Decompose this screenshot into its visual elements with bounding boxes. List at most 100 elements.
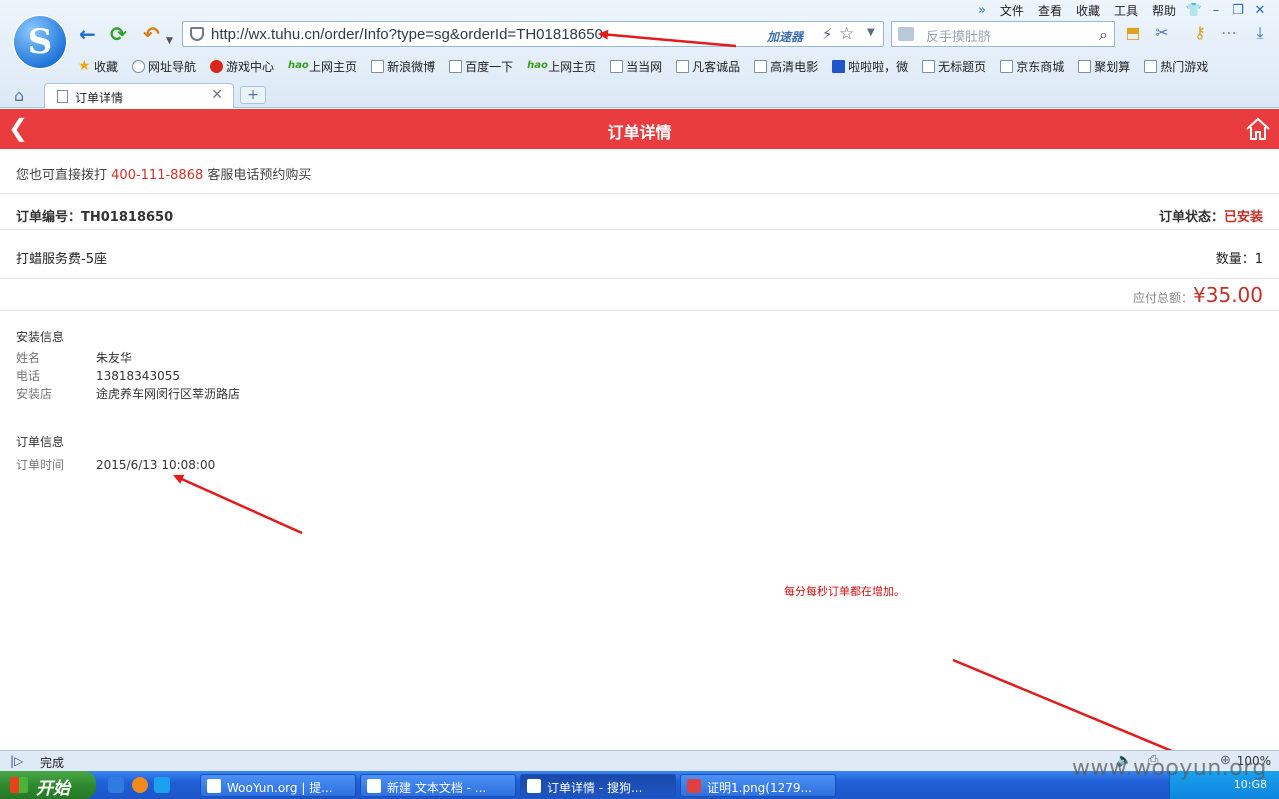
home-icon[interactable]: ⌂ xyxy=(14,86,24,105)
back-arrow-icon[interactable]: ← xyxy=(79,23,96,45)
bookmark-movies[interactable]: 高清电影 xyxy=(754,58,818,75)
order-status: 订单状态：已安装 xyxy=(1159,206,1263,225)
more-dots-icon[interactable]: ⋯ xyxy=(1219,23,1239,43)
order-info-heading: 订单信息 xyxy=(16,435,65,449)
tab-close-icon[interactable]: ✕ xyxy=(211,87,223,103)
bookmark-vancl[interactable]: 凡客诚品 xyxy=(676,58,740,75)
bookmark-label: 聚划算 xyxy=(1094,59,1131,74)
page-icon xyxy=(1000,59,1014,73)
bookmark-dangdang[interactable]: 当当网 xyxy=(610,58,662,75)
notice-prefix: 您也可直接拨打 xyxy=(16,168,108,183)
bookmark-hot-games[interactable]: 热门游戏 xyxy=(1144,58,1208,75)
menu-file[interactable]: 文件 xyxy=(993,2,1031,19)
page-icon xyxy=(754,59,768,73)
bookmark-baidu[interactable]: 百度一下 xyxy=(449,58,513,75)
install-phone-row: 电话 13818343055 xyxy=(16,367,180,384)
notice-suffix: 客服电话预约购买 xyxy=(207,168,312,183)
total-price: ¥35.00 xyxy=(1193,283,1263,307)
sogou-small-icon xyxy=(527,779,541,793)
menu-bar: » 文件 查看 收藏 工具 帮助 👕 – ❐ ✕ xyxy=(971,2,1271,18)
key-icon[interactable]: ⚷ xyxy=(1190,23,1210,43)
bookmark-jd[interactable]: 京东商城 xyxy=(1000,58,1064,75)
quicklaunch-ie-icon[interactable] xyxy=(108,777,124,793)
bookmark-hao-home-2[interactable]: hao 上网主页 xyxy=(527,58,596,75)
task-wooyun[interactable]: WooYun.org | 提... xyxy=(200,774,356,797)
search-engine-icon[interactable] xyxy=(898,27,914,41)
sogou-logo-icon[interactable]: S xyxy=(12,14,68,70)
bookmark-untitled[interactable]: 无标题页 xyxy=(922,58,986,75)
restore-icon[interactable]: ❐ xyxy=(1227,3,1249,18)
order-number-value: TH01818650 xyxy=(81,210,174,225)
order-number: 订单编号：TH01818650 xyxy=(16,206,173,225)
bookmark-hao-home[interactable]: hao 上网主页 xyxy=(288,58,357,75)
bookmark-label: 高清电影 xyxy=(770,59,819,74)
sogou-small-icon xyxy=(207,779,221,793)
start-button[interactable]: 开始 xyxy=(0,771,96,799)
double-chevron-icon[interactable]: » xyxy=(971,3,993,18)
scissors-icon[interactable]: ✂ xyxy=(1152,23,1172,43)
bookmark-nav[interactable]: 网址导航 xyxy=(132,58,196,75)
browser-chrome: S » 文件 查看 收藏 工具 帮助 👕 – ❐ ✕ ← ⟳ ↶ ▼ http:… xyxy=(0,0,1279,108)
page-icon xyxy=(371,59,385,73)
image-file-icon xyxy=(687,779,701,793)
accelerator-label[interactable]: 加速器 xyxy=(767,28,803,45)
phone-label: 电话 xyxy=(16,369,41,383)
sidebar-toggle-icon[interactable]: |▷ xyxy=(10,754,23,768)
quantity-label: 数量： xyxy=(1215,252,1255,267)
page-icon xyxy=(676,59,690,73)
address-dropdown-icon[interactable]: ▼ xyxy=(867,27,875,38)
search-icon[interactable]: ⌕ xyxy=(1099,25,1108,45)
search-box[interactable]: 反手摸肚脐 ⌕ xyxy=(891,21,1115,47)
bookmark-weibo[interactable]: 新浪微博 xyxy=(371,58,435,75)
task-label: 订单详情 - 搜狗... xyxy=(547,781,643,795)
total-label: 应付总额： xyxy=(1133,291,1194,305)
page-header: ❮ 订单详情 xyxy=(0,109,1279,149)
bookmark-label: 上网主页 xyxy=(548,59,597,74)
task-label: 新建 文本文档 - ... xyxy=(387,781,487,795)
bookmark-favorites[interactable]: ★ 收藏 xyxy=(78,58,118,75)
booking-notice: 您也可直接拨打 400-111-8868 客服电话预约购买 xyxy=(0,149,1279,194)
bookmark-lalala[interactable]: 啦啦啦，微 xyxy=(832,58,908,75)
star-icon: ★ xyxy=(78,57,91,74)
menu-tools[interactable]: 工具 xyxy=(1107,2,1145,19)
menu-favorites[interactable]: 收藏 xyxy=(1069,2,1107,19)
task-label: 证明1.png(1279... xyxy=(707,781,812,795)
install-store-row: 安装店 途虎养车网闵行区莘沥路店 xyxy=(16,385,240,402)
close-window-icon[interactable]: ✕ xyxy=(1249,3,1271,18)
chevron-down-icon[interactable]: ▼ xyxy=(166,30,173,52)
undo-close-icon[interactable]: ↶ xyxy=(143,23,160,45)
bookmark-juhuasuan[interactable]: 聚划算 xyxy=(1078,58,1130,75)
quicklaunch-browser-icon[interactable] xyxy=(154,777,170,793)
address-bar[interactable]: http://wx.tuhu.cn/order/Info?type=sg&ord… xyxy=(182,21,884,47)
lightning-icon[interactable]: ⚡ xyxy=(822,25,833,43)
task-order-detail[interactable]: 订单详情 - 搜狗... xyxy=(520,774,676,797)
search-placeholder: 反手摸肚脐 xyxy=(926,30,992,45)
annotation-note: 每分每秒订单都在增加。 xyxy=(784,585,905,598)
url-text[interactable]: http://wx.tuhu.cn/order/Info?type=sg&ord… xyxy=(211,26,603,43)
quicklaunch-app-icon[interactable] xyxy=(132,777,148,793)
download-icon[interactable]: ⤓ xyxy=(1250,23,1270,43)
tab-order-detail[interactable]: 订单详情 ✕ xyxy=(44,83,234,108)
refresh-icon[interactable]: ⟳ xyxy=(110,23,127,45)
quantity-value: 1 xyxy=(1254,252,1263,267)
page-icon xyxy=(449,59,463,73)
globe-icon xyxy=(132,59,146,73)
bookmark-games[interactable]: 游戏中心 xyxy=(210,58,274,75)
skin-icon[interactable]: 👕 xyxy=(1183,3,1205,18)
sync-icon[interactable]: ⬒ xyxy=(1123,23,1143,43)
game-icon xyxy=(210,59,224,73)
new-tab-button[interactable]: + xyxy=(240,86,266,104)
favorite-star-icon[interactable]: ☆ xyxy=(839,24,854,44)
bookmarks-bar: ★ 收藏 网址导航 游戏中心 hao 上网主页 新浪微博 百度一下 hao 上网主页 … xyxy=(78,56,1222,76)
task-notepad[interactable]: 新建 文本文档 - ... xyxy=(360,774,516,797)
minimize-icon[interactable]: – xyxy=(1205,3,1227,18)
order-item-row: 打蜡服务费-5座 数量：1 xyxy=(0,230,1279,279)
order-time-label: 订单时间 xyxy=(16,458,65,472)
task-image[interactable]: 证明1.png(1279... xyxy=(680,774,836,797)
menu-view[interactable]: 查看 xyxy=(1031,2,1069,19)
order-number-row: 订单编号：TH01818650 订单状态：已安装 xyxy=(0,194,1279,230)
home-icon[interactable] xyxy=(1245,116,1271,142)
menu-help[interactable]: 帮助 xyxy=(1145,2,1183,19)
order-status-label: 订单状态： xyxy=(1158,210,1224,225)
service-phone-link[interactable]: 400-111-8868 xyxy=(111,168,203,183)
